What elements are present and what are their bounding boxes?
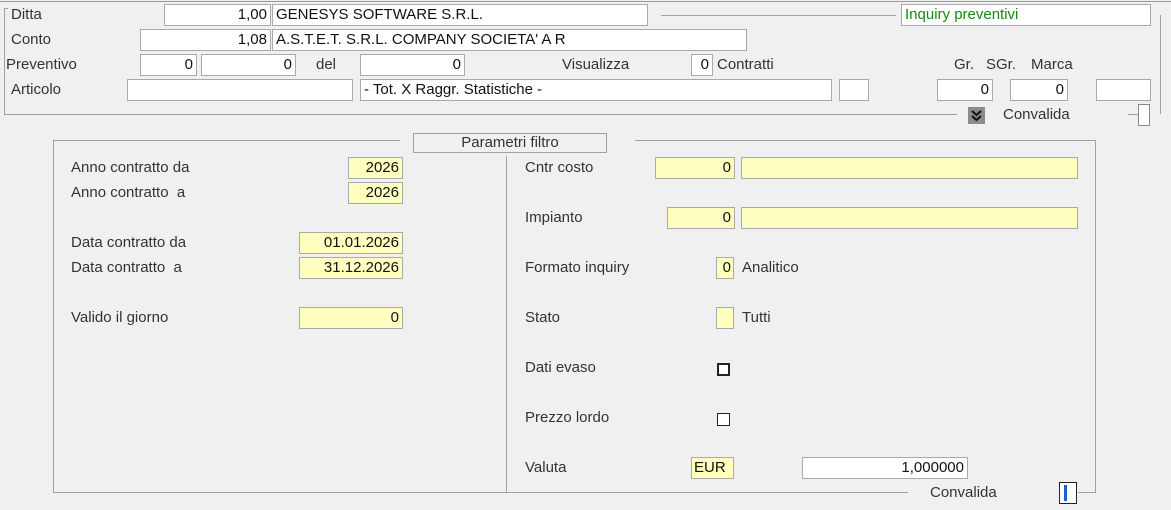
visualizza-label: Visualizza (562, 56, 630, 73)
articolo-code-field[interactable] (127, 79, 353, 101)
header-frame-top-left (4, 8, 8, 9)
valuta-label: Valuta (525, 459, 567, 476)
data-da-label: Data contratto da (71, 234, 187, 251)
formato-label: Formato inquiry (525, 259, 630, 276)
impianto-field[interactable]: 0 (667, 207, 735, 229)
preventivo-from1-field[interactable]: 0 (140, 54, 197, 76)
data-a-field[interactable]: 31.12.2026 (299, 257, 403, 279)
data-a-label: Data contratto a (71, 259, 182, 276)
cntr-costo-desc-field[interactable] (741, 157, 1078, 179)
gr-field[interactable]: 0 (937, 79, 993, 101)
anno-a-field[interactable]: 2026 (348, 182, 403, 204)
header-frame-bottom-right (1128, 114, 1138, 115)
preventivo-del-label: del (316, 56, 337, 73)
conto-name-field[interactable]: A.S.T.E.T. S.R.L. COMPANY SOCIETA' A R (272, 29, 747, 51)
conto-label: Conto (11, 31, 52, 48)
filter-convalida-label: Convalida (930, 484, 997, 501)
focus-indicator (1064, 485, 1067, 501)
visualizza-contratti-label: Contratti (717, 56, 774, 73)
prezzo-lordo-label: Prezzo lordo (525, 409, 610, 426)
conto-code-field[interactable]: 1,08 (140, 29, 271, 51)
filter-frame-bottom-right (1078, 492, 1096, 493)
filter-top-line-right (635, 140, 1096, 141)
valido-field[interactable]: 0 (299, 307, 403, 329)
ditta-name-field[interactable]: GENESYS SOFTWARE S.R.L. (272, 4, 648, 26)
visualizza-field[interactable]: 0 (691, 54, 713, 76)
double-chevron-down-icon[interactable] (968, 107, 985, 124)
sgr-label: SGr. (986, 56, 1017, 73)
header-frame-right (1160, 15, 1161, 114)
header-frame-left (4, 8, 5, 114)
stato-label: Stato (525, 309, 561, 326)
formato-field[interactable]: 0 (716, 257, 734, 279)
dati-evaso-label: Dati evaso (525, 359, 596, 376)
cntr-costo-label: Cntr costo (525, 159, 594, 176)
valuta-rate-field[interactable]: 1,000000 (802, 457, 968, 479)
filter-frame-left (53, 140, 54, 492)
anno-a-label: Anno contratto a (71, 184, 186, 201)
anno-da-field[interactable]: 2026 (348, 157, 403, 179)
anno-da-label: Anno contratto da (71, 159, 190, 176)
header-frame-top-right (661, 15, 896, 16)
ditta-label: Ditta (11, 6, 42, 23)
impianto-desc-field[interactable] (741, 207, 1078, 229)
filter-title: Parametri filtro (413, 133, 607, 153)
filter-frame-right (1095, 140, 1096, 492)
header-convalida-button[interactable] (1138, 104, 1150, 126)
preventivo-to-field[interactable]: 0 (360, 54, 465, 76)
filter-column-divider (506, 156, 507, 492)
data-da-field[interactable]: 01.01.2026 (299, 232, 403, 254)
filter-frame-bottom (53, 492, 908, 493)
preventivo-label: Preventivo (6, 56, 77, 73)
articolo-extra-field[interactable] (839, 79, 869, 101)
cntr-costo-field[interactable]: 0 (655, 157, 735, 179)
articolo-label: Articolo (11, 81, 62, 98)
marca-field[interactable] (1096, 79, 1151, 101)
ditta-code-field[interactable]: 1,00 (164, 4, 271, 26)
impianto-label: Impianto (525, 209, 583, 226)
gr-label: Gr. (954, 56, 975, 73)
prezzo-lordo-checkbox[interactable] (717, 413, 730, 426)
window-title: Inquiry preventivi (901, 4, 1151, 26)
stato-field[interactable] (716, 307, 734, 329)
articolo-desc-field[interactable]: - Tot. X Raggr. Statistiche - (360, 79, 832, 101)
header-convalida-label: Convalida (1003, 106, 1070, 123)
stato-desc: Tutti (742, 309, 771, 326)
marca-label: Marca (1031, 56, 1073, 73)
preventivo-from2-field[interactable]: 0 (201, 54, 296, 76)
sgr-field[interactable]: 0 (1010, 79, 1068, 101)
dati-evaso-checkbox[interactable] (717, 363, 730, 376)
formato-desc: Analitico (742, 259, 799, 276)
valido-label: Valido il giorno (71, 309, 169, 326)
valuta-code-field[interactable]: EUR (691, 457, 734, 479)
header-frame-bottom (4, 114, 957, 115)
filter-top-line-left (54, 140, 400, 141)
filter-convalida-button[interactable] (1059, 482, 1077, 504)
window-top-border (0, 1, 1171, 2)
